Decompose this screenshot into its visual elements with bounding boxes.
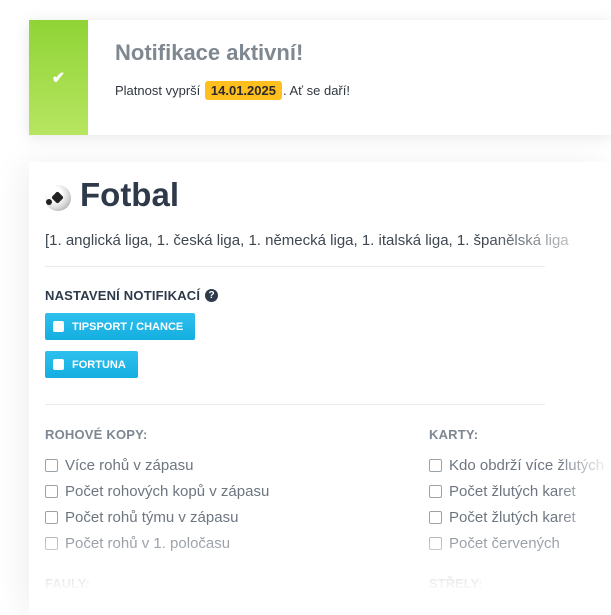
option-team-corners[interactable]: Počet rohů týmu v zápasu <box>45 504 269 530</box>
bookmaker-toggle-fortuna[interactable]: FORTUNA <box>45 351 138 378</box>
option-label: Počet červených <box>449 534 560 552</box>
sport-title: Fotbal <box>80 176 179 213</box>
checkbox[interactable] <box>45 484 58 498</box>
divider <box>45 266 545 267</box>
help-icon[interactable]: ? <box>205 289 219 302</box>
bookmaker-toggle-tipsport[interactable]: TIPSPORT / CHANCE <box>45 313 196 340</box>
sport-card: Fotbal [1. anglická liga, 1. česká liga,… <box>29 162 611 615</box>
notification-settings-label: NASTAVENÍ NOTIFIKACÍ ? <box>45 288 219 303</box>
expiry-text: Platnost vyprší <box>115 83 201 98</box>
notification-text: Platnost vyprší 14.01.2025. Ať se daří! <box>115 81 350 100</box>
option-label: Počet rohových kopů v zápasu <box>65 482 270 500</box>
option-label: Počet rohů týmu v zápasu <box>65 508 239 526</box>
option-corner-count[interactable]: Počet rohových kopů v zápasu <box>45 478 269 504</box>
option-first-half-corners[interactable]: Počet rohů v 1. poločasu <box>45 530 269 556</box>
option-yellow-count[interactable]: Počet žlutých karet <box>429 478 611 504</box>
checkbox-icon <box>53 321 64 332</box>
soccer-ball-icon <box>45 185 71 211</box>
option-label: Více rohů v zápasu <box>65 456 194 474</box>
expiry-date-badge: 14.01.2025 <box>204 81 282 100</box>
good-luck-text: . Ať se daří! <box>282 83 350 98</box>
option-label: Počet žlutých karet <box>449 508 576 526</box>
option-more-corners[interactable]: Více rohů v zápasu <box>45 452 269 478</box>
success-stripe: ✔ <box>29 20 88 135</box>
checkbox[interactable] <box>429 510 442 524</box>
checkbox[interactable] <box>429 458 442 472</box>
checkbox[interactable] <box>45 510 58 524</box>
corners-column: ROHOVÉ KOPY: Více rohů v zápasu Počet ro… <box>45 427 269 556</box>
checkbox[interactable] <box>45 536 58 550</box>
sport-header: Fotbal <box>45 176 179 214</box>
option-more-yellows[interactable]: Kdo obdrží více žlutých <box>429 452 611 478</box>
option-label: Počet rohů v 1. poločasu <box>65 534 231 552</box>
checkbox[interactable] <box>45 458 58 472</box>
option-yellow-count-team[interactable]: Počet žlutých karet <box>429 504 611 530</box>
bookmaker-label: FORTUNA <box>72 358 126 371</box>
divider <box>45 404 545 405</box>
checkbox-icon <box>53 359 64 370</box>
option-label: Kdo obdrží více žlutých <box>449 456 605 474</box>
bookmaker-label: TIPSPORT / CHANCE <box>72 320 184 333</box>
fouls-title: FAULY: <box>45 576 90 591</box>
settings-label-text: NASTAVENÍ NOTIFIKACÍ <box>45 288 201 303</box>
checkbox[interactable] <box>429 484 442 498</box>
cards-column: KARTY: Kdo obdrží více žlutých Počet žlu… <box>429 427 611 556</box>
notification-title: Notifikace aktivní! <box>115 40 304 65</box>
checkbox[interactable] <box>429 536 442 550</box>
notification-card: ✔ Notifikace aktivní! Platnost vyprší 14… <box>29 20 611 135</box>
option-label: Počet žlutých karet <box>449 482 576 500</box>
check-icon: ✔ <box>51 69 66 87</box>
shots-title: STŘELY: <box>429 576 483 591</box>
option-red-count[interactable]: Počet červených <box>429 530 611 556</box>
league-list: [1. anglická liga, 1. česká liga, 1. něm… <box>45 232 569 249</box>
cards-title: KARTY: <box>429 427 479 442</box>
corners-title: ROHOVÉ KOPY: <box>45 427 148 442</box>
